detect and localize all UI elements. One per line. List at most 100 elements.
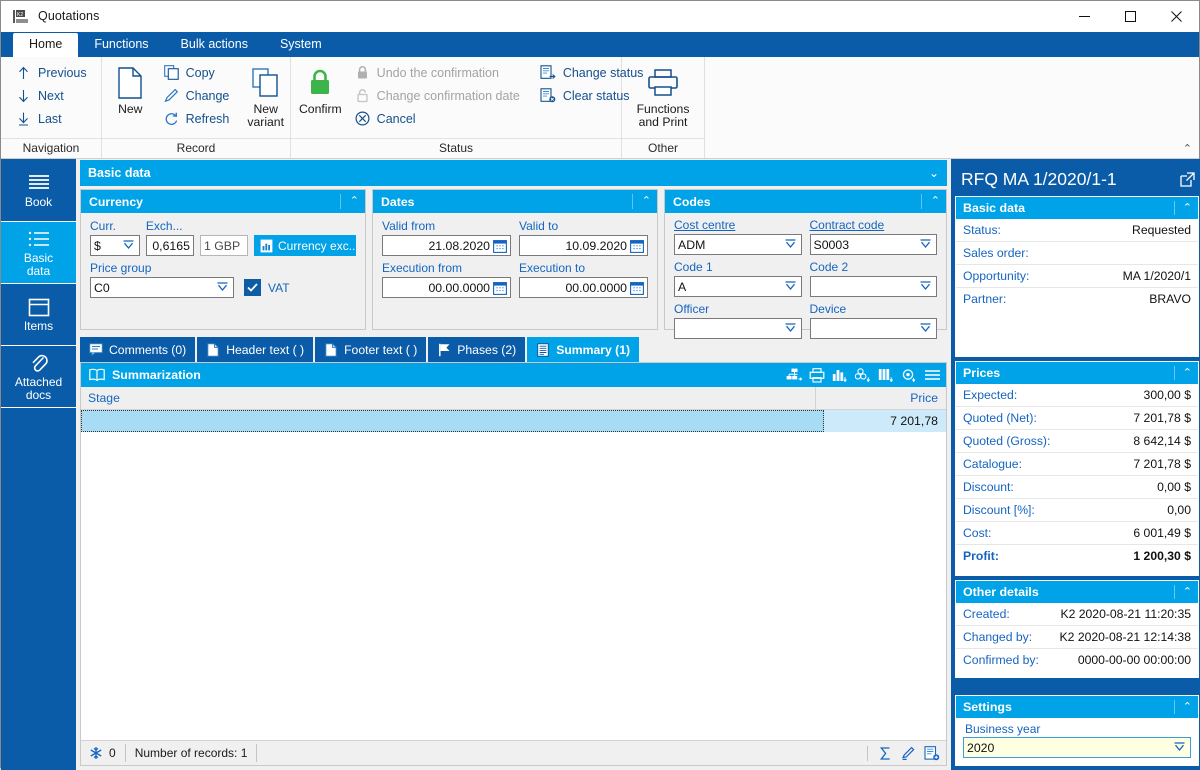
officer-select[interactable]	[674, 318, 802, 339]
change-button[interactable]: Change	[157, 84, 238, 107]
calendar-icon[interactable]	[493, 239, 507, 253]
card-prices-title: Prices	[963, 366, 1001, 380]
maximize-button[interactable]	[1107, 1, 1153, 31]
calendar-icon[interactable]	[493, 281, 507, 295]
new-button[interactable]: New	[106, 61, 155, 116]
tab-functions[interactable]: Functions	[78, 33, 164, 57]
undo-confirmation-label: Undo the confirmation	[376, 65, 499, 80]
business-year-label: Business year	[965, 722, 1041, 736]
execution-from-field[interactable]: 00.00.0000	[382, 277, 511, 298]
tab-comments[interactable]: Comments (0)	[80, 337, 196, 362]
chevron-down-icon[interactable]	[121, 239, 136, 252]
minimize-button[interactable]	[1061, 1, 1107, 31]
last-button[interactable]: Last	[9, 107, 95, 130]
code2-select[interactable]	[809, 276, 937, 297]
exchange-rate-field[interactable]: 0,6165	[145, 235, 194, 256]
chevron-down-icon[interactable]	[918, 280, 933, 293]
card-settings: Settings ⌃ Business year 2020	[955, 695, 1199, 766]
change-label: Change	[185, 88, 230, 103]
new-variant-button[interactable]: New variant	[241, 61, 290, 129]
code1-select[interactable]: A	[674, 276, 802, 297]
change-confirmation-date-button[interactable]: Change confirmation date	[348, 84, 528, 107]
hierarchy-icon[interactable]	[785, 366, 803, 384]
chart-bar-icon[interactable]	[831, 366, 849, 384]
quoted-gross-value: 8 642,14 $	[1133, 434, 1191, 448]
confirm-button[interactable]: Confirm	[299, 61, 342, 116]
chevron-down-icon[interactable]	[783, 322, 798, 335]
refresh-button[interactable]: Refresh	[157, 107, 238, 130]
close-button[interactable]	[1153, 1, 1199, 31]
valid-from-field[interactable]: 21.08.2020	[382, 235, 511, 256]
card-other-details: Other details ⌃ Created: K2 2020-08-21 1…	[955, 580, 1199, 678]
columns-icon[interactable]	[877, 366, 895, 384]
price-group-select[interactable]: C0	[90, 277, 234, 298]
print-icon[interactable]	[808, 366, 826, 384]
sidebar-item-basic-data[interactable]: Basic data	[1, 222, 76, 284]
sigma-icon[interactable]	[878, 746, 893, 761]
chevron-down-icon[interactable]: ⌄	[929, 166, 939, 180]
contract-code-select[interactable]: S0003	[809, 234, 937, 255]
flake-status[interactable]: 0	[87, 744, 126, 762]
calendar-icon[interactable]	[630, 239, 644, 253]
tab-phases[interactable]: Phases (2)	[428, 337, 526, 362]
add-record-icon[interactable]	[924, 745, 940, 761]
tab-system[interactable]: System	[264, 33, 338, 57]
sidebar-item-book[interactable]: Book	[1, 160, 76, 222]
chevron-up-icon[interactable]: ⌃	[1173, 201, 1192, 215]
basic-data-section-header[interactable]: Basic data ⌄	[80, 160, 947, 186]
functions-and-print-button[interactable]: Functions and Print	[624, 61, 702, 129]
currency-value: $	[94, 238, 101, 253]
chevron-down-icon[interactable]	[783, 280, 798, 293]
cell-stage	[81, 410, 824, 432]
chevron-up-icon[interactable]: ⌃	[1173, 585, 1192, 599]
chart-icon	[260, 239, 273, 253]
chevron-down-icon[interactable]	[783, 238, 798, 251]
column-header-price[interactable]: Price	[816, 387, 946, 409]
group-icon[interactable]	[854, 366, 872, 384]
new-document-icon	[117, 63, 143, 103]
settings-gear-icon[interactable]	[900, 366, 918, 384]
cancel-button[interactable]: Cancel	[348, 107, 528, 130]
chevron-up-icon[interactable]: ⌃	[339, 194, 359, 209]
chevron-down-icon[interactable]	[215, 281, 230, 294]
book-lines-icon	[28, 172, 50, 194]
menu-icon[interactable]	[923, 366, 941, 384]
created-key: Created:	[963, 607, 1010, 621]
chevron-down-icon[interactable]	[1172, 741, 1187, 754]
sidebar-item-items[interactable]: Items	[1, 284, 76, 346]
chevron-up-icon[interactable]: ⌃	[1173, 700, 1192, 714]
tab-footer-text[interactable]: Footer text ( )	[315, 337, 427, 362]
clear-status-label: Clear status	[562, 88, 630, 103]
cost-centre-select[interactable]: ADM	[674, 234, 802, 255]
device-select[interactable]	[809, 318, 937, 339]
vat-checkbox[interactable]	[244, 279, 261, 296]
table-row[interactable]: 7 201,78	[81, 410, 946, 432]
previous-button[interactable]: Previous	[9, 61, 95, 84]
tab-home[interactable]: Home	[13, 33, 79, 57]
column-header-stage[interactable]: Stage	[81, 387, 816, 409]
sidebar-item-attached-docs[interactable]: Attached docs	[1, 346, 76, 408]
chevron-up-icon[interactable]: ⌃	[1173, 366, 1192, 380]
panel-dates-title: Dates	[381, 194, 415, 209]
valid-to-field[interactable]: 10.09.2020	[519, 235, 648, 256]
ribbon-collapse-button[interactable]: ⌃	[1183, 142, 1192, 155]
tab-header-text[interactable]: Header text ( )	[197, 337, 314, 362]
tab-bulk-actions[interactable]: Bulk actions	[165, 33, 264, 57]
external-link-icon[interactable]	[1180, 171, 1195, 187]
currency-exchange-button[interactable]: Currency exc...	[254, 235, 356, 256]
calendar-icon[interactable]	[630, 281, 644, 295]
chevron-up-icon[interactable]: ⌃	[920, 194, 940, 209]
pencil-icon[interactable]	[901, 746, 916, 761]
tab-summary[interactable]: Summary (1)	[527, 337, 640, 362]
business-year-select[interactable]: 2020	[963, 737, 1191, 758]
chevron-up-icon[interactable]: ⌃	[631, 194, 651, 209]
chevron-down-icon[interactable]	[918, 238, 933, 251]
currency-select[interactable]: $	[90, 235, 140, 256]
undo-confirmation-button[interactable]: Undo the confirmation	[348, 61, 528, 84]
sidebar-item-items-label: Items	[23, 319, 54, 333]
chevron-down-icon[interactable]	[918, 322, 933, 335]
cancel-label: Cancel	[376, 111, 416, 126]
execution-to-field[interactable]: 00.00.0000	[519, 277, 648, 298]
next-button[interactable]: Next	[9, 84, 95, 107]
copy-button[interactable]: Copy	[157, 61, 238, 84]
